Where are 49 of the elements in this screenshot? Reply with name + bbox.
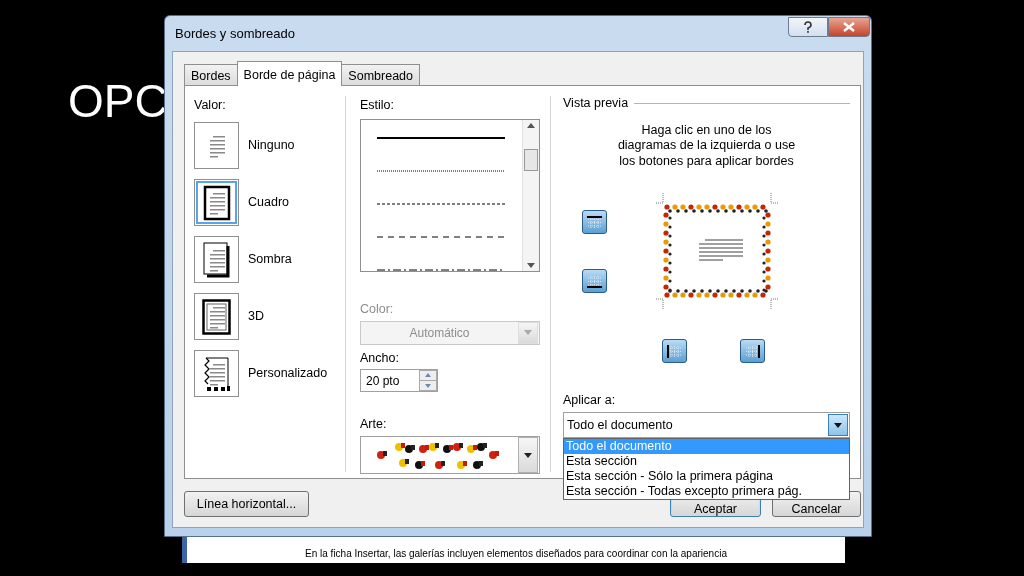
instructions-text: Haga clic en uno de los diagramas de la izquierda o use los botones para aplicar bordes <box>616 122 797 170</box>
scroll-down-icon <box>527 262 535 268</box>
width-spin-field[interactable]: 20 pto <box>360 369 438 393</box>
setting-label: Sombra <box>248 251 292 269</box>
setting-label: Ninguno <box>248 137 295 155</box>
caret-icon <box>834 422 842 428</box>
border-toggle-button[interactable] <box>662 339 687 364</box>
field-label: Valor: <box>194 97 227 114</box>
slide-title: OPC <box>68 78 168 124</box>
tab[interactable]: Borde de página <box>236 61 343 86</box>
scrollbar[interactable] <box>522 119 539 271</box>
border-toggle-button[interactable] <box>582 269 607 294</box>
border-toggle-button[interactable] <box>582 210 607 235</box>
window-title: Bordes y sombreado <box>175 25 295 43</box>
field-label: Aplicar a: <box>563 392 617 410</box>
line-style-list[interactable] <box>360 118 540 272</box>
caret-icon <box>524 330 532 335</box>
border-setting-button[interactable] <box>194 236 239 284</box>
close-icon <box>843 22 855 32</box>
horizontal-line-button[interactable]: Línea horizontal... <box>184 491 309 517</box>
border-setting-button[interactable] <box>194 350 239 398</box>
close-button[interactable] <box>828 17 870 37</box>
setting-label: Personalizado <box>248 365 328 383</box>
page-border-icon <box>201 298 232 335</box>
border-setting-button[interactable] <box>194 293 239 341</box>
help-icon <box>803 21 813 33</box>
dropdown-option[interactable]: Esta sección <box>564 454 849 469</box>
border-setting-button[interactable] <box>194 179 239 227</box>
field-label: Ancho: <box>360 349 400 367</box>
group-title: Vista previa <box>563 95 629 112</box>
page-border-icon <box>201 241 232 278</box>
help-button[interactable] <box>788 17 828 37</box>
scroll-up-icon <box>527 122 535 128</box>
scrollbar-thumb[interactable] <box>524 149 538 172</box>
setting-label: 3D <box>248 308 264 326</box>
field-label: Estilo: <box>360 97 396 114</box>
field-label: Arte: <box>360 416 388 434</box>
caret-icon <box>524 452 532 458</box>
border-toggle-button[interactable] <box>740 339 765 364</box>
page-border-icon <box>201 184 232 221</box>
document-text: En la ficha Insertar, las galerías incluyen elementos diseñados para coordinar con la apariencia <box>182 537 845 563</box>
setting-label: Cuadro <box>248 194 289 212</box>
field-label: Color: <box>360 300 395 318</box>
art-dropdown[interactable] <box>360 436 540 474</box>
tab[interactable]: Sombreado <box>341 64 420 85</box>
apply-to-dropdown[interactable]: Todo el documento <box>563 412 850 438</box>
dropdown-option[interactable]: Esta sección - Sólo la primera página <box>564 469 849 484</box>
spin-arrows-icon <box>419 370 437 392</box>
tab[interactable]: Bordes <box>184 64 238 85</box>
